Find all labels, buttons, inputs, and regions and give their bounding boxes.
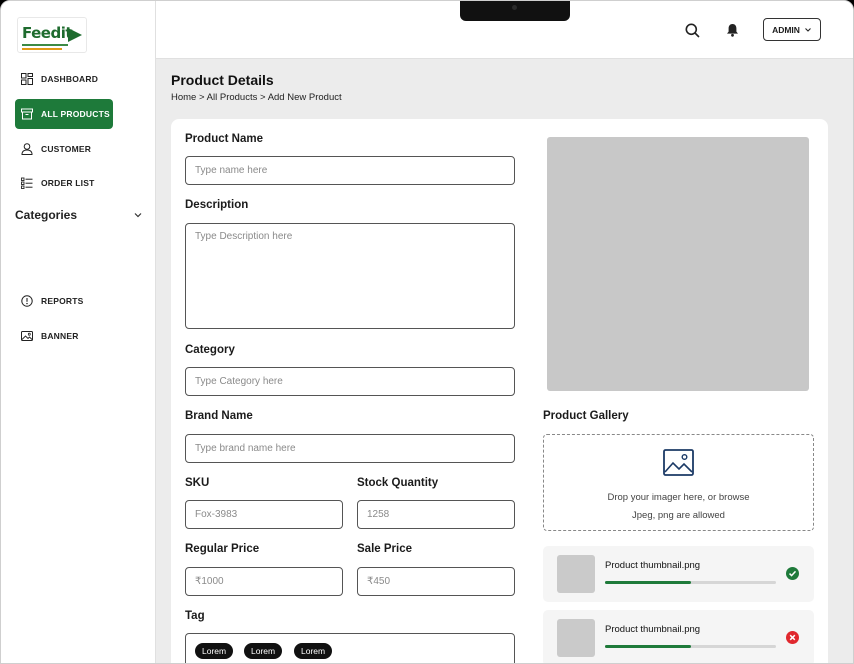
upload-progress-fill [605, 645, 691, 648]
breadcrumb-separator: > [198, 92, 205, 103]
image-dropzone[interactable]: Drop your imager here, or browse Jpeg, p… [543, 434, 814, 531]
sidebar-item-customer[interactable]: CUSTOMER [15, 134, 113, 164]
dropzone-allowed-types: Jpeg, png are allowed [632, 510, 725, 521]
regular-price-label: Regular Price [185, 543, 260, 555]
app-window: Feedit DASHBOARD ALL PRODUCTS CUSTOMER O… [0, 0, 854, 664]
upload-item: Product thumbnail.png [543, 546, 814, 602]
product-gallery-label: Product Gallery [543, 410, 629, 422]
sidebar: Feedit DASHBOARD ALL PRODUCTS CUSTOMER O… [1, 1, 156, 663]
sale-price-label: Sale Price [357, 543, 412, 555]
tag-label: Tag [185, 610, 205, 622]
sidebar-item-label: ALL PRODUCTS [41, 109, 110, 119]
sidebar-item-label: BANNER [41, 331, 79, 341]
search-icon [685, 23, 700, 38]
chevron-down-icon [134, 213, 142, 218]
chevron-down-icon [805, 27, 811, 32]
breadcrumb-separator: > [260, 92, 266, 103]
category-label: Category [185, 344, 235, 356]
categories-toggle[interactable]: Categories [15, 205, 143, 225]
upload-progress-bar [605, 645, 776, 648]
product-name-label: Product Name [185, 133, 263, 145]
error-close-icon[interactable] [786, 631, 799, 644]
sidebar-item-label: DASHBOARD [41, 74, 99, 84]
upload-file-name: Product thumbnail.png [605, 624, 701, 635]
product-image-preview [547, 137, 809, 391]
page-title: Product Details [171, 72, 274, 88]
user-icon [21, 143, 33, 155]
logo-text: Feedit [22, 24, 73, 42]
breadcrumb-current: Add New Product [267, 92, 342, 103]
image-icon [21, 331, 33, 341]
sku-input[interactable]: Fox-3983 [185, 500, 343, 529]
camera-icon [512, 5, 517, 10]
stock-quantity-label: Stock Quantity [357, 477, 439, 489]
search-button[interactable] [683, 21, 701, 39]
description-label: Description [185, 199, 249, 211]
archive-box-icon [21, 108, 33, 120]
sidebar-item-label: CUSTOMER [41, 144, 92, 154]
sale-price-input[interactable]: ₹450 [357, 567, 515, 596]
breadcrumb-all-products[interactable]: All Products [207, 92, 258, 103]
tag-input[interactable]: Lorem Lorem Lorem [185, 633, 515, 663]
upload-thumbnail [557, 619, 595, 657]
admin-label: ADMIN [772, 24, 800, 35]
logo-tagline-line [22, 48, 62, 50]
admin-menu-button[interactable]: ADMIN [763, 18, 821, 41]
image-upload-icon [663, 449, 694, 476]
dropzone-instruction: Drop your imager here, or browse [607, 492, 750, 503]
alert-circle-icon [21, 295, 33, 307]
sku-label: SKU [185, 477, 210, 489]
notifications-button[interactable] [723, 21, 741, 39]
categories-label: Categories [15, 208, 78, 222]
brand-name-label: Brand Name [185, 410, 253, 422]
upload-progress-bar [605, 581, 776, 584]
product-name-input[interactable]: Type name here [185, 156, 515, 185]
logo-tagline-line [22, 44, 68, 46]
logo-leaf-icon [68, 28, 82, 42]
tag-chip[interactable]: Lorem [294, 643, 333, 659]
description-textarea[interactable]: Type Description here [185, 223, 515, 329]
list-icon [21, 177, 33, 189]
tag-chip[interactable]: Lorem [195, 643, 234, 659]
upload-progress-fill [605, 581, 691, 584]
regular-price-input[interactable]: ₹1000 [185, 567, 343, 596]
upload-file-name: Product thumbnail.png [605, 560, 701, 571]
sidebar-item-label: ORDER LIST [41, 178, 95, 188]
upload-thumbnail [557, 555, 595, 593]
sidebar-item-reports[interactable]: REPORTS [15, 286, 113, 316]
sidebar-item-dashboard[interactable]: DASHBOARD [15, 64, 113, 94]
breadcrumb: Home > All Products > Add New Product [171, 92, 342, 103]
tag-chip[interactable]: Lorem [244, 643, 283, 659]
upload-item: Product thumbnail.png [543, 610, 814, 663]
breadcrumb-home[interactable]: Home [171, 92, 196, 103]
bell-icon [726, 24, 738, 37]
brand-name-input[interactable]: Type brand name here [185, 434, 515, 463]
dashboard-icon [21, 73, 33, 85]
sidebar-item-order-list[interactable]: ORDER LIST [15, 168, 113, 198]
stock-quantity-input[interactable]: 1258 [357, 500, 515, 529]
camera-notch [460, 1, 570, 21]
sidebar-item-label: REPORTS [41, 296, 84, 306]
category-input[interactable]: Type Category here [185, 367, 515, 396]
brand-logo[interactable]: Feedit [17, 17, 87, 53]
sidebar-item-all-products[interactable]: ALL PRODUCTS [15, 99, 113, 129]
sidebar-item-banner[interactable]: BANNER [15, 321, 113, 351]
check-circle-icon [786, 567, 799, 580]
